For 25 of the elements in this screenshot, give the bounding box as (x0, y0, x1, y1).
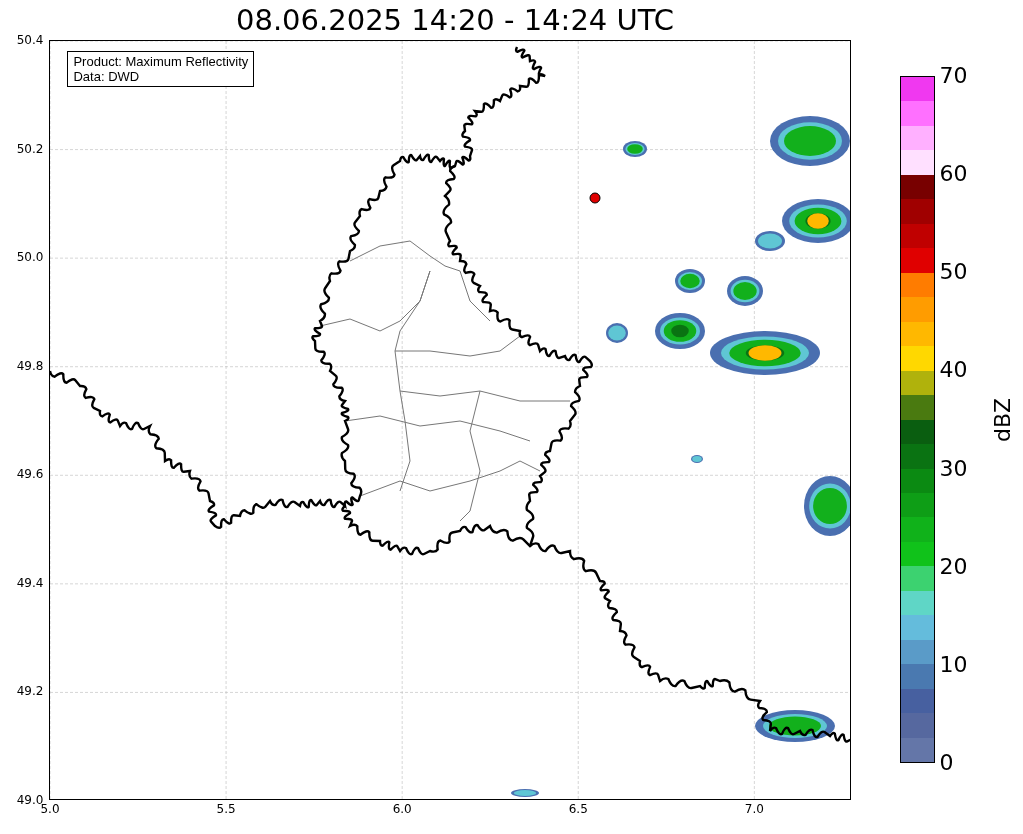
colorbar-tick-label: 30 (939, 457, 968, 480)
y-tick-label: 49.8 (16, 359, 44, 372)
x-tick-label: 6.5 (568, 803, 588, 815)
y-tick-label: 49.6 (16, 468, 44, 481)
colorbar-label: dBZ (992, 397, 1014, 443)
colorbar-tick-label: 10 (939, 653, 968, 676)
x-tick-label: 5.5 (216, 803, 236, 815)
colorbar-tick-label: 50 (939, 261, 968, 284)
x-tick-label: 5.0 (40, 803, 60, 815)
y-tick-label: 49.2 (16, 685, 44, 698)
chart-title: 08.06.2025 14:20 - 14:24 UTC (236, 5, 674, 35)
x-tick-label: 6.0 (392, 803, 412, 815)
colorbar-tick-label: 70 (939, 65, 968, 87)
y-tick-label: 50.2 (16, 142, 44, 155)
colorbar-tick-label: 60 (939, 163, 968, 186)
colorbar-tick-label: 40 (939, 359, 968, 382)
legend-text: Data: DWD (73, 69, 141, 84)
location-marker (589, 192, 601, 204)
legend-text: Product: Maximum Reflectivity (73, 54, 249, 69)
colorbar-tick-label: 0 (939, 752, 954, 774)
y-tick-label: 49.4 (16, 576, 44, 589)
x-tick-label: 7.0 (744, 803, 764, 815)
y-tick-label: 50.4 (16, 34, 44, 46)
colorbar-tick-label: 20 (939, 555, 968, 578)
y-tick-label: 50.0 (16, 251, 44, 264)
